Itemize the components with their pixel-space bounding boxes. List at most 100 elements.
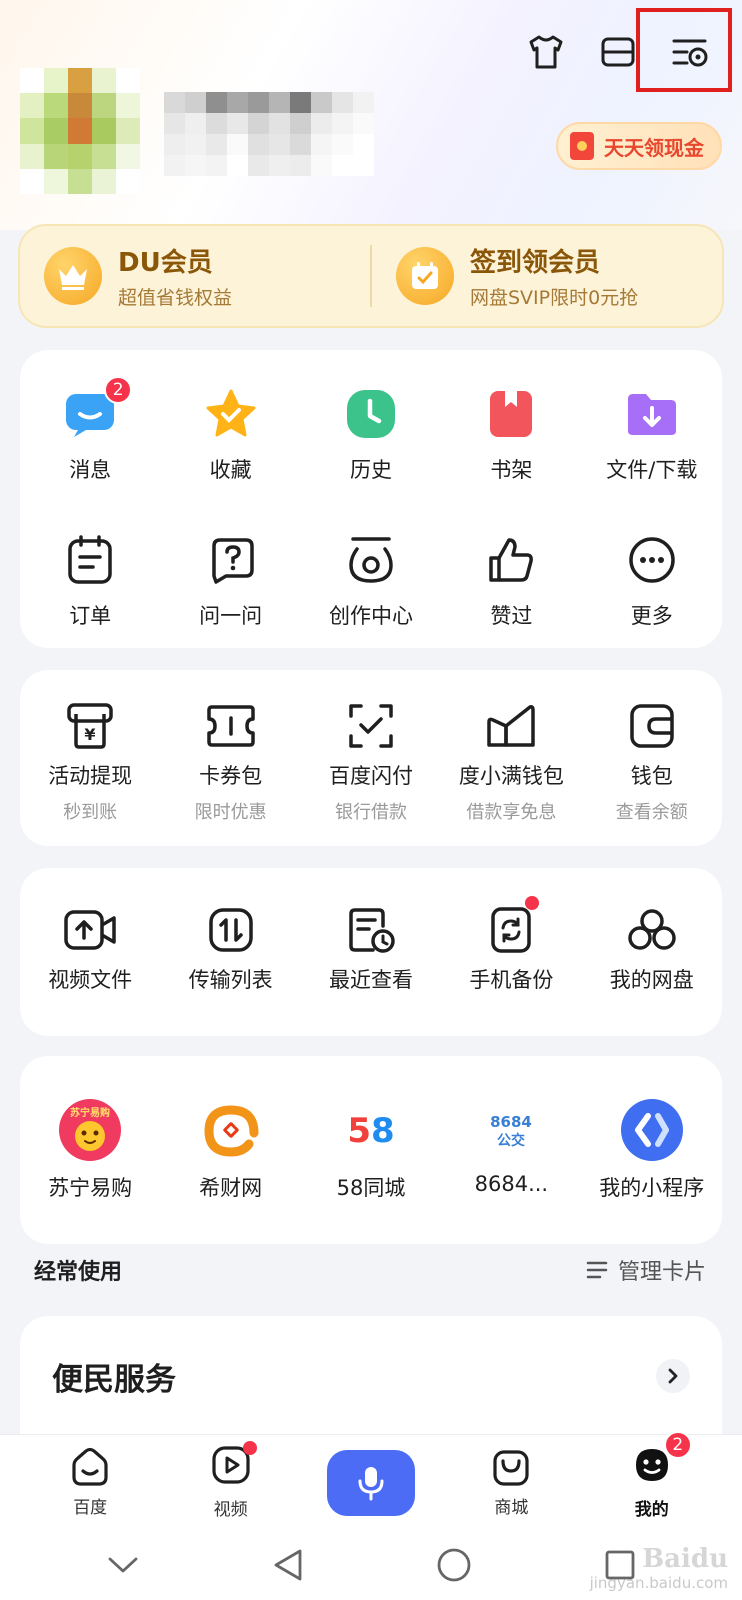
creator-icon [341,530,401,590]
more-icon [622,530,682,590]
finance-label: 活动提现 [48,764,133,788]
menu-icon[interactable] [596,30,640,74]
tool-orders[interactable]: 订单 [20,530,160,630]
tab-mine[interactable]: 2 我的 [602,1431,702,1520]
tool-label: 收藏 [209,458,252,482]
tool-favorites[interactable]: 收藏 [160,384,300,484]
folder-download-icon [622,384,682,444]
message-icon: 2 [60,376,133,444]
order-icon [60,530,120,590]
question-icon [201,530,261,590]
tool-bookshelf[interactable]: 书架 [441,384,581,484]
sail-icon [481,702,541,750]
tab-label: 我的 [634,1500,669,1520]
finance-withdraw[interactable]: ¥ 活动提现 秒到账 [20,702,160,824]
58-logo-text: 58 [347,1111,394,1151]
tool-more[interactable]: 更多 [582,530,722,630]
video-tab-icon-wrap [211,1441,257,1489]
watermark-brand: Baidu [642,1544,728,1574]
mini-suning[interactable]: 苏宁易购 苏宁易购 [20,1098,160,1202]
tool-messages[interactable]: 2 消息 [20,376,160,484]
recent-doc-icon [341,906,401,954]
vip-banner: DU会员 超值省钱权益 签到领会员 网盘SVIP限时0元抢 [18,224,724,328]
mini-programs-card: 苏宁易购 苏宁易购 希财网 58 58同城 8684 公交 8684... 我的… [20,1056,722,1244]
clock-icon [341,384,401,444]
service-title: 便民服务 [52,1361,176,1398]
tool-label: 创作中心 [328,604,413,628]
tool-liked[interactable]: 赞过 [441,530,581,630]
tool-label: 赞过 [490,604,533,628]
red-envelope-icon [570,132,594,160]
netdisk-card: 视频文件 传输列表 最近查看 手机备份 我的网盘 [20,868,722,1036]
mini-xicai[interactable]: 希财网 [160,1098,300,1202]
tab-voice-search[interactable] [321,1449,421,1516]
daily-cash-button[interactable]: 天天领现金 [556,122,722,170]
watermark-url: jingyan.baidu.com [589,1574,728,1592]
tool-label: 订单 [69,604,112,628]
transfer-icon [201,906,261,954]
tool-label: 更多 [630,604,673,628]
netdisk-backup[interactable]: 手机备份 [441,896,581,994]
8684-logo-caption: 公交 [497,1132,525,1149]
shopping-bag-icon [493,1450,529,1486]
avatar[interactable] [20,68,140,194]
chevron-down-icon[interactable] [106,1555,140,1575]
scan-check-icon [341,702,401,750]
mini-my-programs[interactable]: 我的小程序 [582,1098,722,1202]
bottom-tab-bar: 百度 视频 商城 2 我的 [0,1431,742,1530]
mini-8684[interactable]: 8684 公交 8684... [441,1098,581,1202]
baidu-home-icon [72,1447,108,1486]
checkin-vip-subtitle: 网盘SVIP限时0元抢 [470,287,639,309]
mini-58[interactable]: 58 58同城 [301,1098,441,1202]
tshirt-icon[interactable] [524,30,568,74]
finance-duxiaoman[interactable]: 度小满钱包 借款享免息 [441,702,581,824]
wallet-icon [622,702,682,750]
service-card[interactable]: 便民服务 [20,1316,722,1436]
message-badge: 2 [104,376,133,404]
mini-label: 苏宁易购 [48,1176,133,1200]
netdisk-label: 手机备份 [469,968,554,992]
tab-mall[interactable]: 商城 [461,1447,561,1518]
mini-label: 希财网 [199,1176,263,1200]
highlight-annotation [636,8,732,92]
mine-badge: 2 [663,1431,692,1459]
frequent-title: 经常使用 [34,1260,123,1285]
netdisk-transfers[interactable]: 传输列表 [160,906,300,994]
home-circle-icon[interactable] [436,1547,472,1583]
du-vip-entry[interactable]: DU会员 超值省钱权益 [20,242,370,310]
tab-baidu[interactable]: 百度 [40,1447,140,1518]
manage-cards-button[interactable]: 管理卡片 [586,1254,706,1286]
tool-ask[interactable]: 问一问 [160,530,300,630]
du-vip-subtitle: 超值省钱权益 [118,287,233,309]
cloud-disk-icon [622,906,682,954]
tool-creator[interactable]: 创作中心 [301,530,441,630]
daily-cash-label: 天天领现金 [604,135,704,160]
crown-icon [44,247,102,305]
manage-cards-label: 管理卡片 [617,1260,706,1285]
tool-label: 书架 [490,458,533,482]
mini-label: 58同城 [336,1176,406,1200]
finance-sub: 查看余额 [615,802,688,823]
frequent-header: 经常使用 管理卡片 [34,1254,706,1286]
finance-wallet[interactable]: 钱包 查看余额 [582,702,722,824]
finance-card: ¥ 活动提现 秒到账 卡券包 限时优惠 百度闪付 银行借款 度小满钱包 借款享免… [20,670,722,846]
tool-downloads[interactable]: 文件/下载 [582,384,722,484]
withdraw-icon: ¥ [60,702,120,750]
finance-sub: 秒到账 [63,802,118,823]
netdisk-recent[interactable]: 最近查看 [301,906,441,994]
chevron-right-icon[interactable] [656,1359,690,1393]
back-icon[interactable] [272,1547,304,1583]
mini-label: 我的小程序 [599,1176,705,1200]
tool-history[interactable]: 历史 [301,384,441,484]
netdisk-label: 我的网盘 [609,968,694,992]
tool-label: 消息 [69,458,112,482]
finance-quickpay[interactable]: 百度闪付 银行借款 [301,702,441,824]
netdisk-mydisk[interactable]: 我的网盘 [582,906,722,994]
netdisk-label: 视频文件 [48,968,133,992]
tab-video[interactable]: 视频 [181,1441,281,1520]
checkin-vip-entry[interactable]: 签到领会员 网盘SVIP限时0元抢 [372,242,722,310]
phone-backup-icon [481,896,541,954]
finance-coupons[interactable]: 卡券包 限时优惠 [160,702,300,824]
suning-logo-icon: 苏宁易购 [58,1098,122,1162]
netdisk-videos[interactable]: 视频文件 [20,906,160,994]
